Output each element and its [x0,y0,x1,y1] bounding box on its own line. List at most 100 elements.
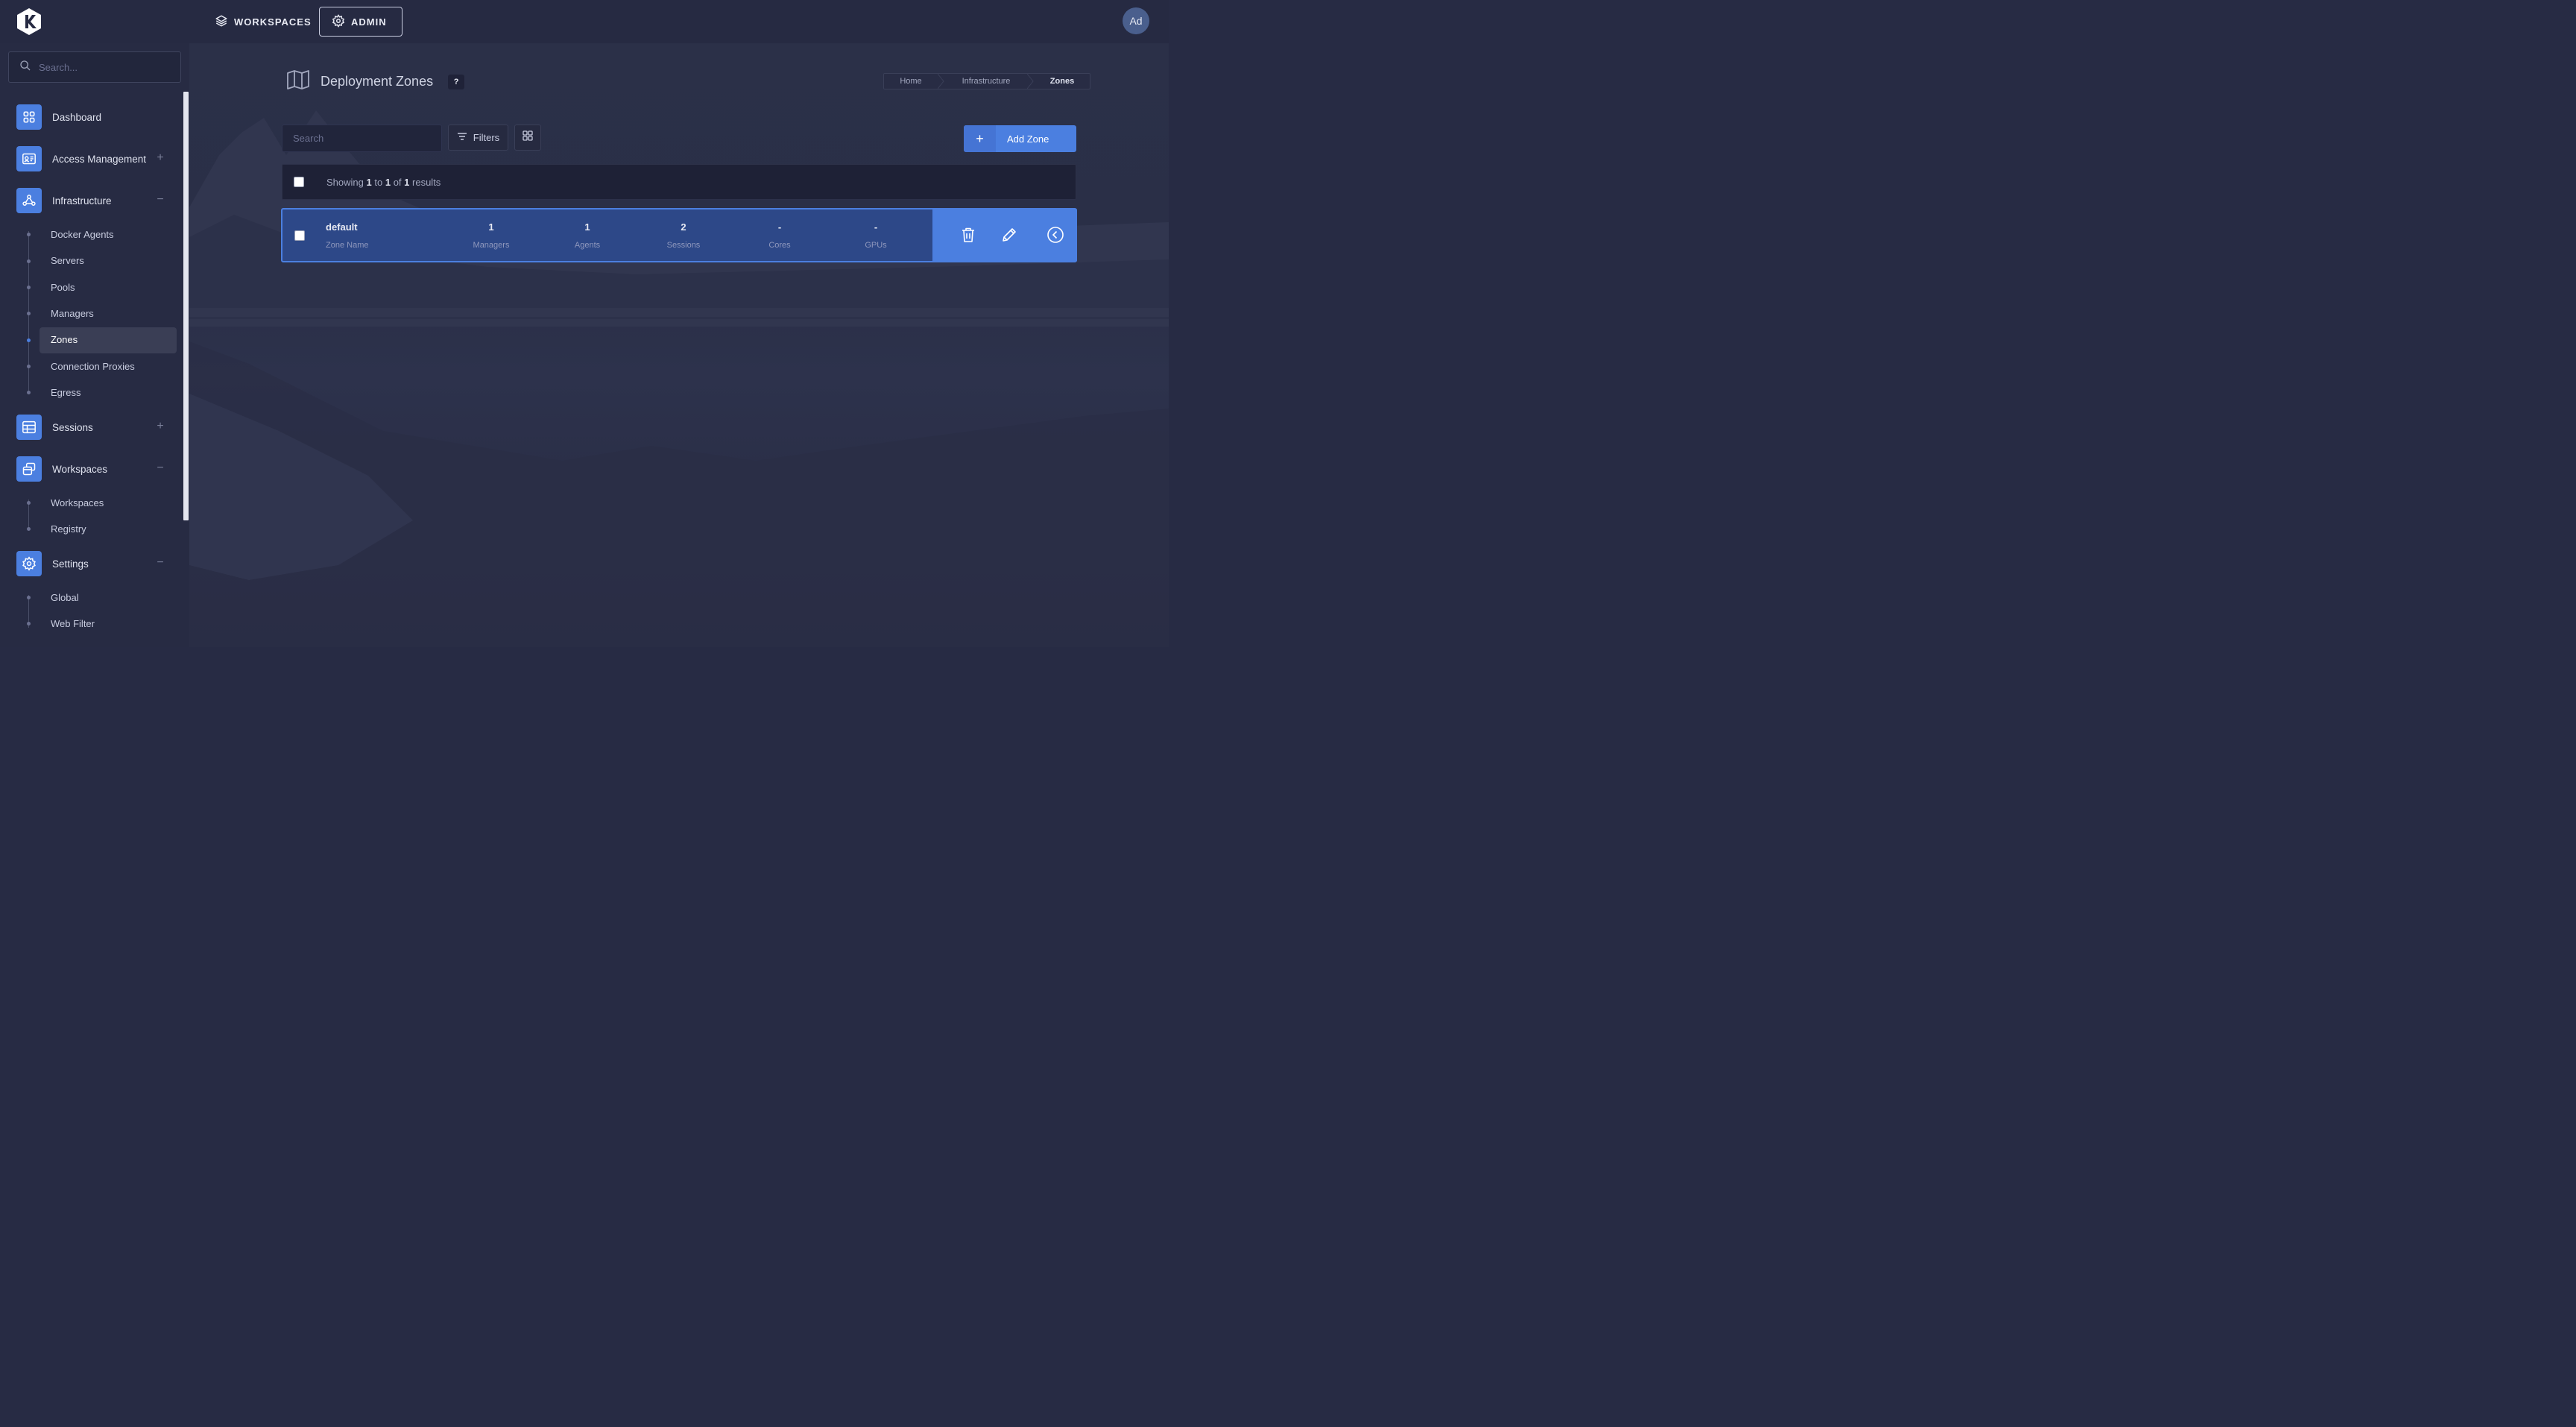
tree-dot [27,622,31,626]
workspaces-nav-button[interactable]: WORKSPACES [206,7,321,37]
layers-icon [215,14,228,30]
sidebar-item-label: Workspaces [52,463,108,475]
avatar[interactable]: Ad [1123,7,1149,34]
zone-search-field[interactable] [282,125,442,152]
zone-name-label: Zone Name [326,241,369,250]
expand-plus-icon[interactable]: + [155,420,165,432]
results-to: 1 [385,176,391,188]
tree-dot [27,312,31,315]
breadcrumb-home[interactable]: Home [884,74,938,89]
results-header: Showing 1 to 1 of 1 results [282,164,1076,200]
sidebar-item-workspaces-list[interactable]: Workspaces [51,496,104,511]
table-icon [16,415,42,440]
zone-name: default [326,221,358,233]
sidebar-item-label: Settings [52,558,89,570]
tree-dot [27,286,31,289]
logo-icon[interactable] [15,7,43,37]
tree-dot [27,391,31,394]
row-checkbox[interactable] [294,230,305,241]
gpus-value: - [874,221,878,233]
sessions-stat: 2 Sessions [646,221,721,250]
search-icon [19,60,31,75]
tree-dot [27,365,31,368]
settings-gear-icon [16,551,42,576]
sidebar-item-infrastructure[interactable]: Infrastructure − [16,188,170,213]
sidebar-item-access-management[interactable]: Access Management + [16,146,170,171]
sidebar-item-servers[interactable]: Servers [51,253,84,268]
collapse-minus-icon[interactable]: − [155,194,165,206]
filter-icon [457,132,467,143]
sidebar-item-label: Access Management [52,153,147,165]
top-bar: WORKSPACES ADMIN Ad [0,0,1169,43]
gpus-label: GPUs [865,241,887,250]
page-title: Deployment Zones [321,74,434,89]
breadcrumb-zones: Zones [1049,77,1075,86]
results-from: 1 [366,176,372,188]
sidebar-item-label: Infrastructure [52,195,112,207]
sidebar-item-egress[interactable]: Egress [51,385,80,400]
id-card-icon [16,146,42,171]
select-all-checkbox[interactable] [294,177,304,187]
sidebar-search-input[interactable] [39,61,165,73]
agents-value: 1 [584,221,590,233]
results-to-word: to [374,176,383,188]
network-icon [16,188,42,213]
sessions-value: 2 [681,221,686,233]
sidebar-item-zones[interactable]: Zones [51,333,78,347]
expand-plus-icon[interactable]: + [155,152,165,164]
agents-stat: 1 Agents [550,221,625,250]
tree-dot [27,259,31,263]
tree-dot [27,596,31,599]
cores-value: - [777,221,782,233]
sidebar-item-global[interactable]: Global [51,590,79,605]
table-row[interactable]: default Zone Name 1 Managers 1 Agents 2 … [281,208,1077,262]
sidebar-item-settings[interactable]: Settings − [16,551,170,576]
sidebar-item-label: Sessions [52,421,93,433]
grid-view-button[interactable] [514,125,541,151]
chevron-left-circle-icon[interactable] [1046,225,1065,245]
collapse-minus-icon[interactable]: − [155,462,165,474]
sidebar-item-connection-proxies[interactable]: Connection Proxies [51,359,135,374]
sidebar-scrollbar-thumb[interactable] [183,92,189,520]
pencil-icon[interactable] [1000,225,1019,245]
breadcrumb: Home Infrastructure Zones [883,73,1090,89]
sidebar-item-pools[interactable]: Pools [51,280,75,295]
results-of-word: of [393,176,402,188]
cores-stat: - Cores [742,221,817,250]
cores-label: Cores [768,241,791,250]
sidebar-search[interactable] [8,51,181,83]
filters-label: Filters [473,132,500,143]
gear-icon [332,13,345,30]
breadcrumb-separator [1026,73,1035,89]
collapse-minus-icon[interactable]: − [155,557,165,569]
zone-search-input[interactable] [293,133,427,144]
managers-label: Managers [473,241,510,250]
admin-nav-button[interactable]: ADMIN [319,7,402,37]
results-prefix: Showing [326,176,364,188]
grid-icon [523,130,533,145]
trash-icon[interactable] [959,225,978,245]
dashboard-icon [16,104,42,130]
add-zone-label: Add Zone [1007,133,1049,145]
gpus-stat: - GPUs [839,221,913,250]
breadcrumb-infrastructure[interactable]: Infrastructure [945,74,1027,89]
sidebar: Dashboard Access Management + Infrastruc… [0,43,189,647]
results-summary: Showing 1 to 1 of 1 results [326,177,441,188]
plus-icon: + [964,125,996,152]
workspaces-nav-label: WORKSPACES [234,16,312,28]
filters-button[interactable]: Filters [448,125,508,151]
breadcrumb-separator [937,73,945,89]
sidebar-item-dashboard[interactable]: Dashboard [16,104,170,130]
sidebar-item-web-filter[interactable]: Web Filter [51,617,95,627]
sidebar-item-docker-agents[interactable]: Docker Agents [51,227,114,242]
sidebar-item-workspaces[interactable]: Workspaces − [16,456,170,482]
sessions-label: Sessions [666,241,701,250]
add-zone-button[interactable]: + Add Zone [964,125,1076,152]
sidebar-item-sessions[interactable]: Sessions + [16,415,170,440]
tree-dot [27,233,31,236]
sidebar-item-registry[interactable]: Registry [51,522,86,537]
help-button[interactable]: ? [448,74,465,89]
results-total: 1 [404,176,410,188]
tree-dot [27,501,31,505]
sidebar-item-managers[interactable]: Managers [51,306,94,321]
